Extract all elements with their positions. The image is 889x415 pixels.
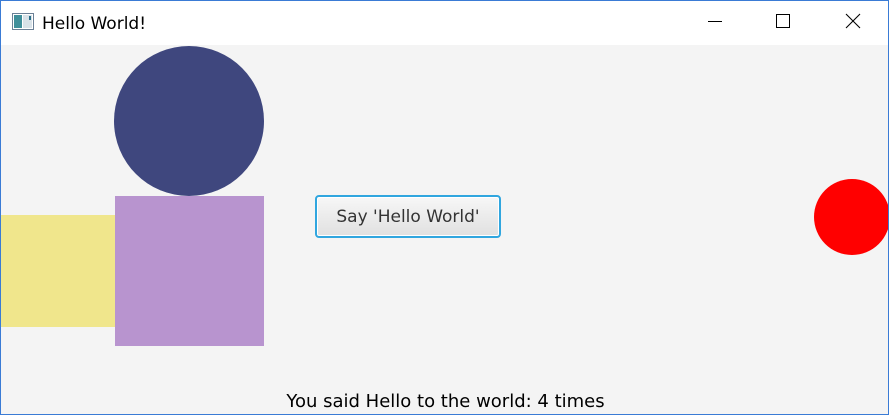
close-icon: [845, 13, 861, 33]
title-bar[interactable]: Hello World!: [1, 1, 888, 45]
scene-content: Say 'Hello World' You said Hello to the …: [1, 45, 888, 414]
red-circle: [814, 179, 888, 255]
yellow-rectangle: [1, 215, 115, 327]
say-hello-button[interactable]: Say 'Hello World': [315, 195, 501, 238]
purple-square: [115, 196, 264, 346]
navy-circle: [114, 46, 264, 196]
maximize-button[interactable]: [749, 1, 817, 45]
minimize-icon: [707, 13, 723, 33]
hello-counter-label: You said Hello to the world: 4 times: [286, 391, 605, 412]
maximize-icon: [775, 13, 791, 33]
app-window: Hello World! Say 'Hello World' You said …: [0, 0, 889, 415]
minimize-button[interactable]: [681, 1, 749, 45]
window-title: Hello World!: [42, 14, 147, 34]
java-app-icon: [12, 13, 34, 30]
close-button[interactable]: [819, 1, 887, 45]
